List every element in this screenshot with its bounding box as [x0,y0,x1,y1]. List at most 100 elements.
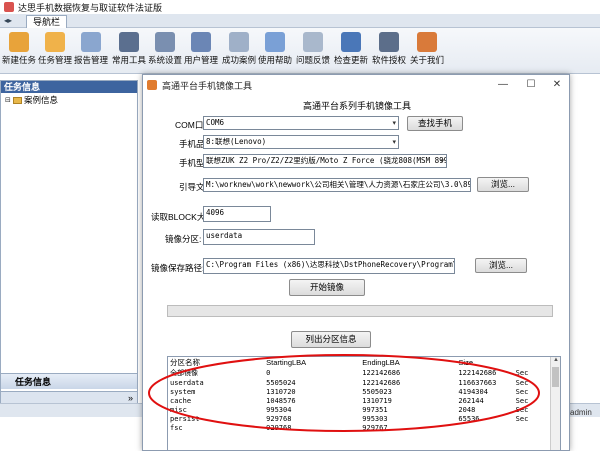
table-row[interactable]: 全部镜像 0 122142686 122142686 Sec [168,368,548,378]
table-row[interactable]: userdata 5505024 122142686 116637663 Sec [168,378,548,387]
table-cell: system [170,387,196,396]
table-cell: Sec [515,378,529,387]
task-info-bar[interactable]: 任务信息 [1,373,137,389]
block-size-input[interactable]: 4096 [203,206,271,222]
toolbar-button-new-task[interactable]: 新建任务 [2,30,36,72]
browse-boot-button[interactable]: 浏览... [477,177,529,192]
scroll-up-icon[interactable]: ▲ [551,357,560,366]
user-manage-icon [191,32,211,52]
task-manage-icon [45,32,65,52]
toolbar-button-feedback[interactable]: 问题反馈 [296,30,330,72]
chevron-right-icon[interactable]: » [128,393,133,403]
save-path-input[interactable]: C:\Program Files (x86)\达思科技\DstPhoneReco… [203,258,455,274]
table-cell: 2048 [458,405,476,414]
success-case-icon [229,32,249,52]
nav-arrows-icon[interactable]: ◂▸ [4,16,20,26]
model-select[interactable]: 联想ZUK Z2 Pro/Z2/Z2里约版/Moto Z Force (骁龙80… [203,154,447,168]
table-cell: 1310720 [266,387,296,396]
model-select-value: 联想ZUK Z2 Pro/Z2/Z2里约版/Moto Z Force (骁龙80… [206,156,447,165]
save-path-label: 镜像保存路径: [151,263,205,273]
app-titlebar: 达思手机数据恢复与取证软件法证版 [0,0,600,14]
column-header[interactable]: Size [456,357,513,368]
table-row[interactable]: cache 1048576 1310719 262144 Sec [168,396,548,405]
scrollbar-thumb[interactable] [552,367,559,387]
table-cell: cache [170,396,192,405]
minimize-icon[interactable]: — [493,78,513,92]
toolbar-button-license[interactable]: 软件授权 [372,30,406,72]
browse-save-button[interactable]: 浏览... [475,258,527,273]
dialog-heading: 高通平台系列手机镜像工具 [302,101,411,111]
column-header[interactable]: StartingLBA [264,357,360,368]
partition-table[interactable]: 分区名称 StartingLBA EndingLBA Size 全部镜像 0 122142… [167,356,561,450]
list-partitions-button[interactable]: 列出分区信息 [291,331,371,348]
chevron-down-icon: ▾ [440,157,444,165]
toolbar-button-user-manage[interactable]: 用户管理 [184,30,218,72]
toolbar-button-report[interactable]: 报告管理 [74,30,108,72]
table-cell: 262144 [458,396,484,405]
table-row[interactable]: persist 929768 995303 65536 Sec [168,414,548,423]
column-header[interactable]: 分区名称 [168,357,264,368]
table-row[interactable]: system 1310720 5505023 4194304 Sec [168,387,548,396]
settings-icon [155,32,175,52]
panel-header: 任务信息 [1,81,137,93]
table-cell: 929768 [266,414,292,423]
maximize-icon[interactable]: ☐ [521,78,541,92]
column-header[interactable] [514,357,548,368]
table-cell: 122142686 [458,369,497,377]
expand-icon[interactable]: ⊟ [5,96,13,104]
table-row[interactable]: misc 995304 997351 2048 Sec [168,405,548,414]
table-cell: 122142686 [362,369,401,377]
close-icon[interactable]: ✕ [547,78,567,92]
chevron-down-icon: ▾ [392,119,396,127]
toolbar-button-help[interactable]: 使用帮助 [258,30,292,72]
list-scrollbar[interactable]: ▲ [550,357,560,450]
table-cell: persist [170,414,200,423]
toolbar-button-tools[interactable]: 常用工具 [112,30,146,72]
report-icon [81,32,101,52]
partition-label: 镜像分区: [165,234,202,244]
tree-item-label: 案例信息 [24,95,59,105]
help-icon [265,32,285,52]
license-icon [379,32,399,52]
update-icon [341,32,361,52]
toolbar-button-label: 报告管理 [73,55,108,65]
toolbar-button-update[interactable]: 检查更新 [334,30,368,72]
left-task-panel: 任务信息 ⊟ 案例信息 任务信息 » [0,80,138,410]
toolbar-button-label: 检查更新 [333,55,368,65]
toolbar-button-task-manage[interactable]: 任务管理 [38,30,72,72]
find-phone-button[interactable]: 查找手机 [407,116,463,131]
tab-navigation[interactable]: 导航栏 [26,15,68,28]
brand-select[interactable]: 8:联想(Lenovo) ▾ [203,135,399,149]
new-task-icon [9,32,29,52]
toolbar-button-settings[interactable]: 系统设置 [148,30,182,72]
table-cell: Sec [515,414,529,423]
table-cell: Sec [515,405,529,414]
app-logo-icon [4,2,14,12]
table-cell: Sec [515,369,529,377]
partition-input[interactable]: userdata [203,229,315,245]
boot-file-input[interactable]: M:\worknew\work\newwork\公司相关\管理\人力资源\石家庄… [203,178,471,192]
qualcomm-image-dialog: 高通平台手机镜像工具 — ☐ ✕ 高通平台系列手机镜像工具 COM口选择: CO… [142,74,570,451]
dialog-titlebar: 高通平台手机镜像工具 — ☐ ✕ [143,75,569,95]
table-cell: 116637663 [458,378,497,387]
table-cell [514,423,548,432]
toolbar-button-success-case[interactable]: 成功案例 [222,30,256,72]
user-label: admin [570,408,592,417]
dialog-title: 高通平台手机镜像工具 [162,80,253,91]
tree-item-case-info[interactable]: ⊟ 案例信息 [5,94,58,106]
table-cell: 1048576 [266,396,296,405]
toolbar-button-about[interactable]: 关于我们 [410,30,444,72]
start-image-button[interactable]: 开始镜像 [289,279,365,296]
about-icon [417,32,437,52]
table-cell: 65536 [458,414,480,423]
table-row[interactable]: fsc 929768 929767 [168,423,548,432]
table-cell: 995304 [266,405,292,414]
app-title: 达思手机数据恢复与取证软件法证版 [18,2,163,13]
com-select[interactable]: COM6 ▾ [203,116,399,130]
column-header[interactable]: EndingLBA [360,357,456,368]
table-cell: Sec [515,387,529,396]
toolbar-button-label: 使用帮助 [257,55,292,65]
table-cell: 0 [266,369,271,377]
table-cell: 995303 [362,414,388,423]
table-header: 分区名称 StartingLBA EndingLBA Size [168,357,548,368]
